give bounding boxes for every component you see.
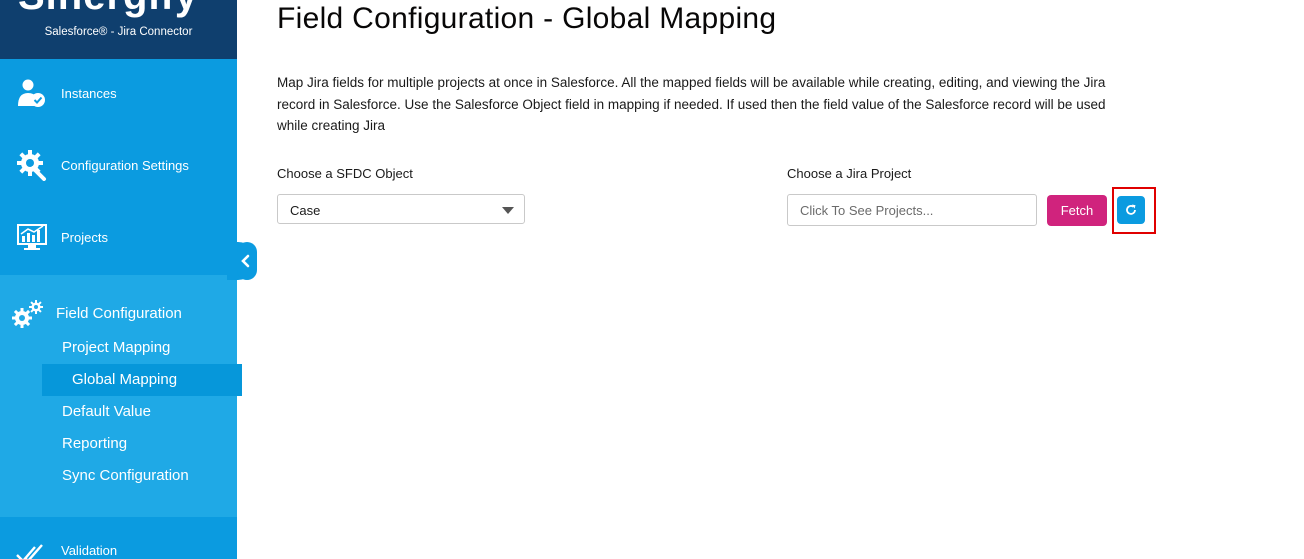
jira-project-input[interactable] <box>787 194 1037 226</box>
sidebar-group-label: Field Configuration <box>56 305 182 322</box>
sidebar-subitem-sync-configuration[interactable]: Sync Configuration <box>62 467 189 484</box>
sidebar: Sinergify Salesforce® - Jira Connector I… <box>0 0 242 559</box>
sidebar-item-field-configuration[interactable]: Field Configuration <box>0 299 237 329</box>
sidebar-item-label: Validation <box>61 543 118 558</box>
sidebar-collapse-button[interactable] <box>227 242 257 280</box>
gear-wrench-icon <box>17 150 46 181</box>
gears-icon <box>12 300 43 328</box>
brand-logo: Sinergify <box>18 0 198 19</box>
brand-subtitle: Salesforce® - Jira Connector <box>44 26 193 38</box>
sidebar-item-label: Configuration Settings <box>61 157 189 173</box>
sidebar-subitem-reporting[interactable]: Reporting <box>62 435 127 452</box>
sfdc-object-label: Choose a SFDC Object <box>277 166 413 181</box>
sidebar-item-configuration-settings[interactable]: Configuration Settings <box>0 130 237 200</box>
sidebar-subitem-label: Global Mapping <box>72 371 178 388</box>
double-check-icon <box>16 544 43 559</box>
sidebar-subitem-global-mapping[interactable]: Global Mapping <box>42 364 242 396</box>
sfdc-object-value: Case <box>290 203 321 218</box>
sfdc-object-select[interactable]: Case <box>277 194 525 224</box>
refresh-button[interactable] <box>1117 196 1145 224</box>
page-description: Map Jira fields for multiple projects at… <box>277 75 1106 133</box>
sidebar-subitem-project-mapping[interactable]: Project Mapping <box>62 339 170 356</box>
chevron-down-icon <box>502 207 514 214</box>
refresh-icon <box>1126 204 1136 215</box>
sidebar-subitem-default-value[interactable]: Default Value <box>62 403 151 420</box>
sidebar-group-field-configuration: Field Configuration Project Mapping Glob… <box>0 275 242 517</box>
user-check-icon <box>18 79 45 107</box>
sidebar-item-label: Projects <box>61 229 108 245</box>
sidebar-item-validation[interactable]: Validation <box>0 517 237 559</box>
jira-project-label: Choose a Jira Project <box>787 166 912 181</box>
page-title: Field Configuration - Global Mapping <box>277 2 777 35</box>
sidebar-item-label: Instances <box>61 85 117 101</box>
chevron-left-icon <box>241 254 250 268</box>
fetch-button[interactable]: Fetch <box>1047 195 1107 226</box>
brand-header: Sinergify Salesforce® - Jira Connector <box>0 0 237 59</box>
chart-monitor-icon <box>17 224 47 250</box>
sidebar-item-instances[interactable]: Instances <box>0 58 237 128</box>
sidebar-item-projects[interactable]: Projects <box>0 202 237 272</box>
